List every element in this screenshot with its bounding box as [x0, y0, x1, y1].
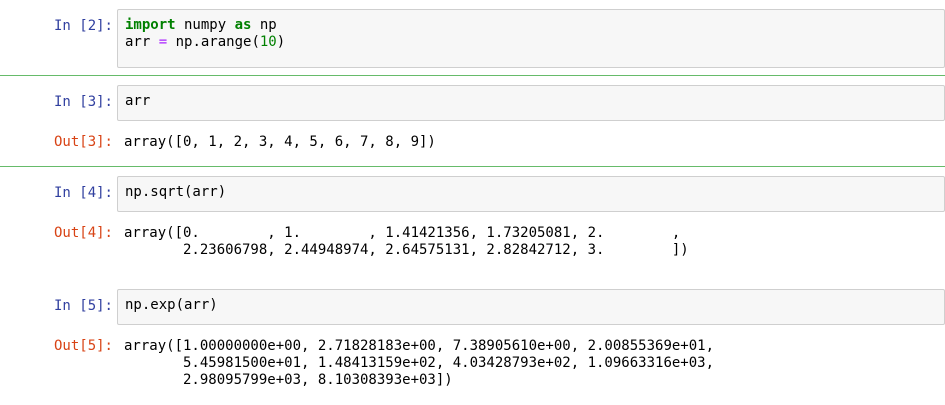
output-line: 2.98095799e+03, 8.10308393e+03])	[124, 372, 453, 388]
code-line: np.sqrt(arr)	[125, 184, 227, 200]
cell-output: array([0. , 1. , 1.41421356, 1.73205081,…	[124, 225, 945, 259]
operator: =	[158, 34, 168, 50]
selected-cell-separator	[0, 166, 945, 167]
code-input[interactable]: np.exp(arr)	[117, 289, 945, 325]
keyword: import	[125, 17, 176, 33]
out-prompt: Out[3]:	[53, 134, 113, 150]
output-line: 5.45981500e+01, 1.48413159e+02, 4.034287…	[124, 355, 715, 371]
code-text: arr	[125, 34, 159, 50]
output-line: array([1.00000000e+00, 2.71828183e+00, 7…	[124, 338, 715, 354]
selected-cell-separator	[0, 75, 945, 76]
code-text: numpy	[175, 17, 235, 33]
in-prompt: In [4]:	[53, 185, 113, 201]
output-line: array([0. , 1. , 1.41421356, 1.73205081,…	[124, 225, 681, 241]
output-line: 2.23606798, 2.44948974, 2.64575131, 2.82…	[124, 242, 689, 258]
output-line: array([0, 1, 2, 3, 4, 5, 6, 7, 8, 9])	[124, 134, 436, 150]
code-input[interactable]: arr	[117, 85, 945, 121]
code-text: )	[276, 34, 286, 50]
code-line: np.exp(arr)	[125, 297, 218, 313]
in-prompt: In [3]:	[53, 94, 113, 110]
code-text: np.arange(	[167, 34, 260, 50]
cell-output: array([0, 1, 2, 3, 4, 5, 6, 7, 8, 9])	[124, 134, 945, 151]
code-line: arr = np.arange(10)	[125, 34, 937, 51]
in-prompt: In [5]:	[53, 298, 113, 314]
out-prompt: Out[5]:	[53, 338, 113, 354]
code-text: np	[251, 17, 277, 33]
out-prompt: Out[4]:	[53, 225, 113, 241]
in-prompt: In [2]:	[53, 18, 113, 34]
code-line: import numpy as np	[125, 17, 937, 34]
number-literal: 10	[259, 34, 277, 50]
keyword: as	[234, 17, 252, 33]
cell-output: array([1.00000000e+00, 2.71828183e+00, 7…	[124, 338, 945, 389]
code-input[interactable]: import numpy as np arr = np.arange(10)	[117, 9, 945, 68]
code-line: arr	[125, 93, 151, 109]
code-input[interactable]: np.sqrt(arr)	[117, 176, 945, 212]
